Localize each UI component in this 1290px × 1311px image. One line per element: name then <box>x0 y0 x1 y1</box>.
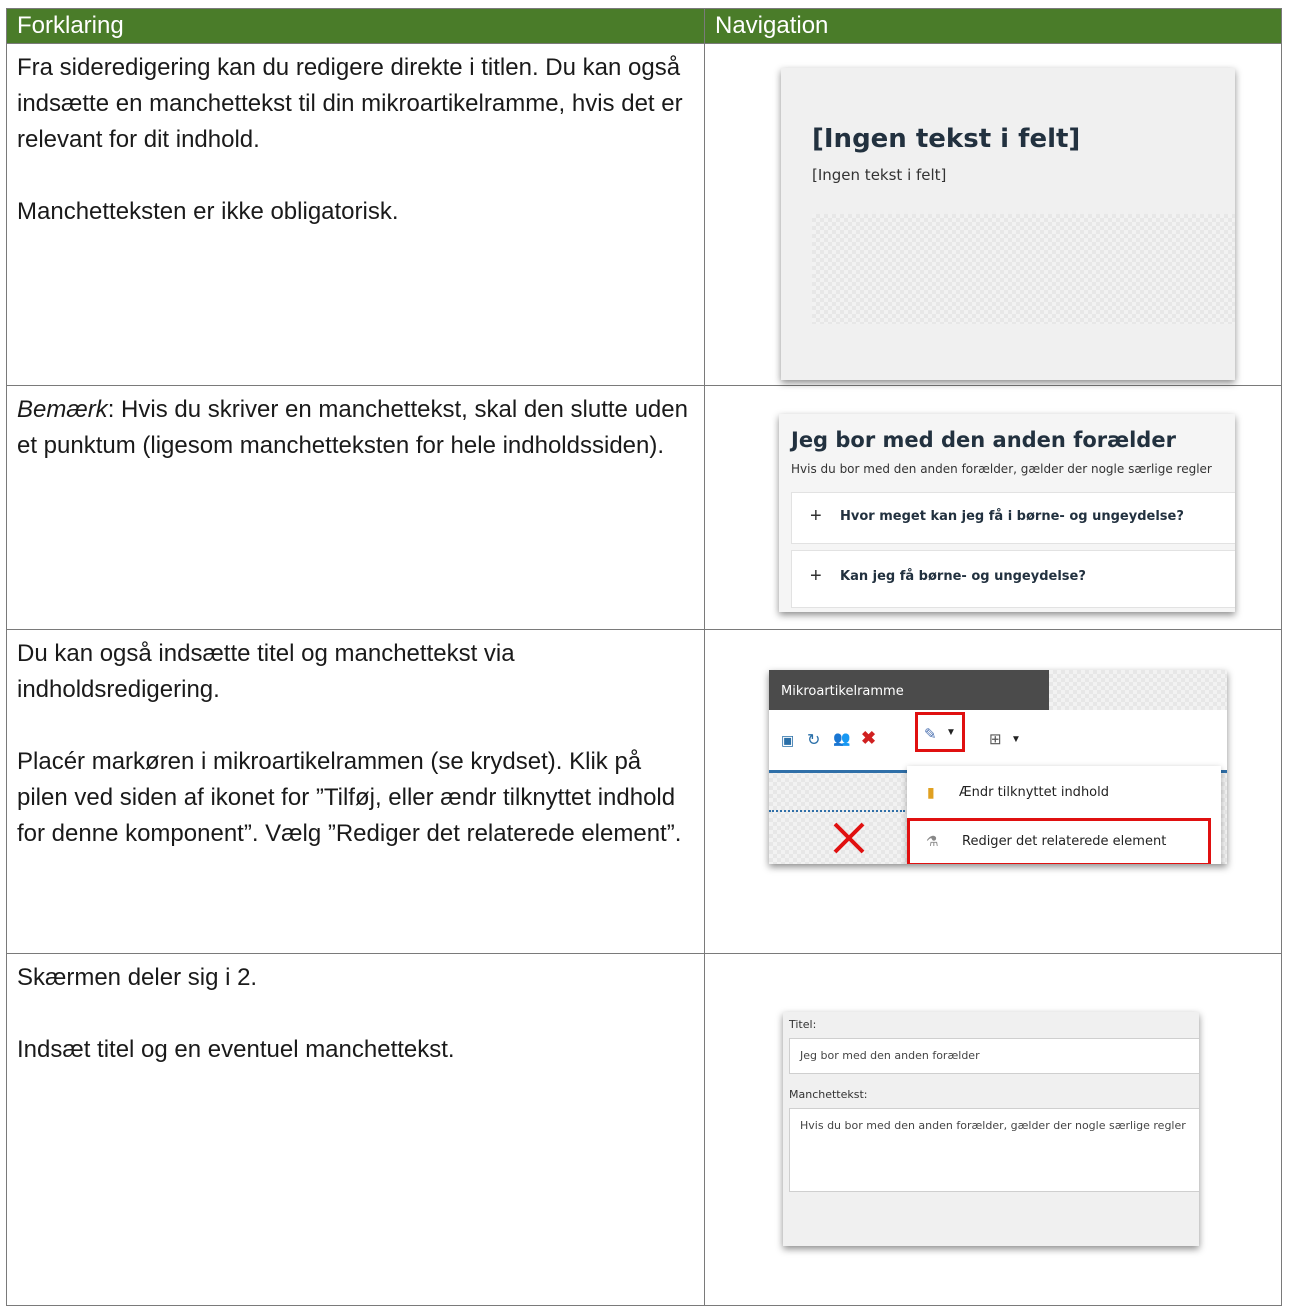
navigation-cell: Mikroartikelramme ▣ ↻ 👥 ✖ ✎ ▼ ⊞ ▼ ▮ Ændr… <box>704 629 1282 954</box>
explanation-paragraph: Du kan også indsætte titel og manchettek… <box>17 640 515 703</box>
microarticle-subtitle: [Ingen tekst i felt] <box>812 166 947 184</box>
chevron-down-icon[interactable]: ▼ <box>1011 734 1021 745</box>
title-field-label: Titel: <box>789 1018 817 1031</box>
component-icon[interactable]: ▣ <box>781 732 794 749</box>
navigation-cell: Titel: Jeg bor med den anden forælder Ma… <box>704 953 1282 1306</box>
header-navigation: Navigation <box>704 8 1282 44</box>
explanation-paragraph: Placér markøren i mikroartikelrammen (se… <box>17 748 682 847</box>
screenshot-edit-fields: Titel: Jeg bor med den anden forælder Ma… <box>783 1012 1199 1246</box>
toolbar-title: Mikroartikelramme <box>781 684 904 699</box>
associated-content-button[interactable]: ✎ ▼ <box>915 712 965 752</box>
navigation-cell: Jeg bor med den anden forælder Hvis du b… <box>704 385 1282 630</box>
explanation-paragraph: Manchetteksten er ikke obligatorisk. <box>17 198 399 225</box>
delete-icon[interactable]: ✖ <box>861 728 876 749</box>
screenshot-microarticle-example: Jeg bor med den anden forælder Hvis du b… <box>779 414 1235 612</box>
accordion-item-label: Kan jeg få børne- og ungeydelse? <box>840 569 1086 584</box>
component-border <box>769 810 905 814</box>
example-title: Jeg bor med den anden forælder <box>791 428 1176 452</box>
component-toolbar: ▣ ↻ 👥 ✖ ✎ ▼ ⊞ ▼ <box>769 710 1227 773</box>
screenshot-empty-microarticle: [Ingen tekst i felt] [Ingen tekst i felt… <box>781 68 1235 380</box>
accordion-item[interactable]: + Kan jeg få børne- og ungeydelse? <box>791 550 1235 608</box>
accordion-item-label: Hvor meget kan jeg få i børne- og ungeyd… <box>840 509 1184 524</box>
toolbar-title-bar: Mikroartikelramme <box>769 670 1049 710</box>
explanation-cell: Du kan også indsætte titel og manchettek… <box>6 629 705 954</box>
manchet-textarea[interactable]: Hvis du bor med den anden forælder, gæld… <box>789 1108 1199 1192</box>
screenshot-experience-editor: Mikroartikelramme ▣ ↻ 👥 ✖ ✎ ▼ ⊞ ▼ ▮ Ændr… <box>769 670 1227 864</box>
table-row: Fra sideredigering kan du redigere direk… <box>6 43 1282 386</box>
title-input[interactable]: Jeg bor med den anden forælder <box>789 1038 1199 1074</box>
plus-icon: + <box>810 565 822 587</box>
microarticle-title: [Ingen tekst i felt] <box>812 124 1081 154</box>
accordion-item[interactable]: + Hvor meget kan jeg få i børne- og unge… <box>791 492 1235 544</box>
plus-icon: + <box>810 505 822 527</box>
header-forklaring: Forklaring <box>6 8 705 44</box>
explanation-paragraph: Skærmen deler sig i 2. <box>17 964 258 991</box>
menu-item-edit-related[interactable]: ⚗ Rediger det relaterede element <box>907 818 1211 864</box>
instruction-table: Forklaring Navigation Fra sideredigering… <box>6 8 1282 1306</box>
document-icon: ▮ <box>927 784 935 800</box>
table-row: Skærmen deler sig i 2. Indsæt titel og e… <box>6 953 1282 1306</box>
tree-icon[interactable]: ⊞ <box>989 730 1002 748</box>
table-header-row: Forklaring Navigation <box>6 8 1282 44</box>
explanation-cell: Skærmen deler sig i 2. Indsæt titel og e… <box>6 953 705 1306</box>
menu-item-label: Ændr tilknyttet indhold <box>959 785 1109 800</box>
explanation-cell: Bemærk: Hvis du skriver en manchettekst,… <box>6 385 705 630</box>
table-row: Bemærk: Hvis du skriver en manchettekst,… <box>6 385 1282 630</box>
edit-content-icon: ✎ <box>924 726 937 743</box>
cursor-cross-icon <box>833 822 865 854</box>
explanation-paragraph: Fra sideredigering kan du redigere direk… <box>17 54 683 153</box>
refresh-icon[interactable]: ↻ <box>807 730 820 750</box>
chevron-down-icon[interactable]: ▼ <box>946 727 956 738</box>
example-subtitle: Hvis du bor med den anden forælder, gæld… <box>791 462 1212 476</box>
empty-placeholder-area <box>812 214 1235 324</box>
explanation-paragraph: Indsæt titel og en eventuel manchettekst… <box>17 1036 455 1063</box>
explanation-cell: Fra sideredigering kan du redigere direk… <box>6 43 705 386</box>
menu-item-change-content[interactable]: ▮ Ændr tilknyttet indhold <box>907 772 1221 812</box>
title-input-value: Jeg bor med den anden forælder <box>800 1049 980 1062</box>
edit-related-icon: ⚗ <box>926 833 939 849</box>
manchet-textarea-value: Hvis du bor med den anden forælder, gæld… <box>800 1119 1186 1132</box>
note-text: : Hvis du skriver en manchettekst, skal … <box>17 396 688 459</box>
explanation-paragraph: Bemærk: Hvis du skriver en manchettekst,… <box>17 392 694 464</box>
dropdown-menu: ▮ Ændr tilknyttet indhold ⚗ Rediger det … <box>907 766 1221 864</box>
users-icon[interactable]: 👥 <box>833 730 850 747</box>
menu-item-label: Rediger det relaterede element <box>962 834 1167 849</box>
manchet-field-label: Manchettekst: <box>789 1088 868 1101</box>
table-row: Du kan også indsætte titel og manchettek… <box>6 629 1282 954</box>
navigation-cell: [Ingen tekst i felt] [Ingen tekst i felt… <box>704 43 1282 386</box>
note-label: Bemærk <box>17 396 108 423</box>
